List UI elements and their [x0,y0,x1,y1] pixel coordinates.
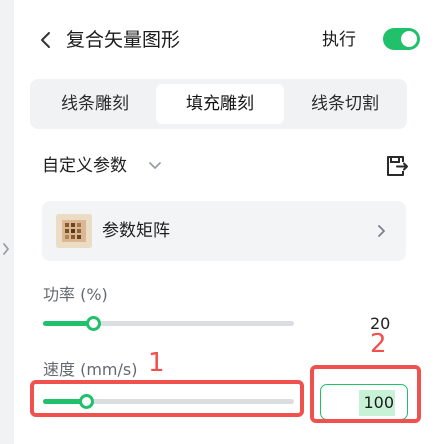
param-matrix-card[interactable]: 参数矩阵 [42,201,406,261]
annotation-box-2 [310,365,421,423]
speed-label: 速度 (mm/s) [43,360,138,379]
export-button[interactable] [384,153,410,179]
annotation-label-1: 1 [148,348,165,378]
chevron-right-icon [378,225,385,237]
left-rail [0,0,14,444]
page-title: 复合矢量图形 [66,29,181,51]
custom-params-row: 自定义参数 [42,153,412,181]
tab-line-cut[interactable]: 线条切割 [286,84,404,124]
chevron-left-icon [41,32,50,48]
toggle-knob [401,31,417,47]
param-matrix-thumbnail [56,214,92,248]
annotation-label-2: 2 [370,329,387,359]
header: 复合矢量图形 执行 [30,22,430,58]
back-button[interactable] [38,30,54,50]
execute-toggle[interactable] [383,28,420,50]
export-icon [387,156,408,176]
tab-fill-engrave[interactable]: 填充雕刻 [156,84,284,124]
chevron-down-icon[interactable] [148,161,162,171]
power-slider[interactable] [43,314,294,332]
power-slider-thumb[interactable] [86,316,101,331]
collapse-handle[interactable] [0,230,14,270]
tab-line-engrave[interactable]: 线条雕刻 [36,84,154,124]
mode-tabs: 线条雕刻 填充雕刻 线条切割 [30,79,407,129]
custom-params-dropdown[interactable]: 自定义参数 [42,154,127,178]
param-matrix-label: 参数矩阵 [102,221,170,241]
execute-label: 执行 [322,30,356,50]
power-label: 功率 (%) [43,285,108,304]
vector-params-panel: 复合矢量图形 执行 线条雕刻 填充雕刻 线条切割 自定义参数 参数矩阵 功率 (… [0,0,437,444]
collapse-handle-icon [3,243,10,255]
annotation-box-1 [30,380,304,417]
